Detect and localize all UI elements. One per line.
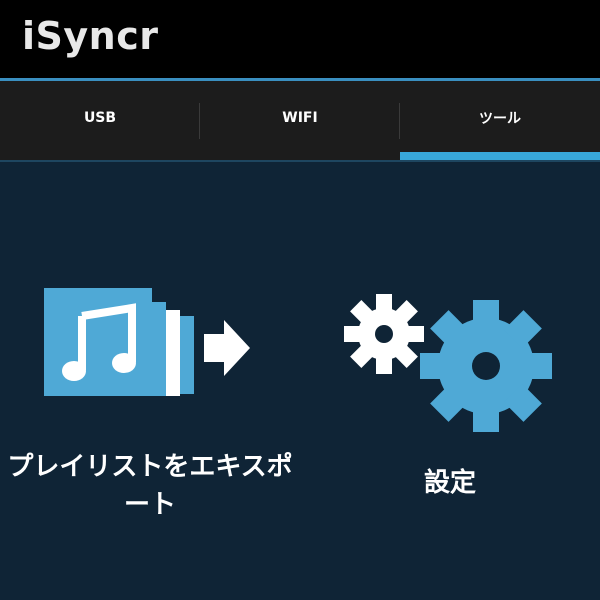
tab-tools[interactable]: ツール: [400, 81, 600, 160]
export-playlist-button[interactable]: プレイリストをエキスポート: [0, 272, 300, 532]
tools-panel: プレイリストをエキスポート 設定: [0, 162, 600, 600]
title-bar: iSyncr: [0, 0, 600, 78]
app-title: iSyncr: [22, 14, 159, 58]
settings-button[interactable]: 設定: [300, 272, 600, 532]
export-playlist-label: プレイリストをエキスポート: [7, 452, 293, 520]
settings-label: 設定: [423, 468, 476, 498]
tab-wifi-label: WIFI: [282, 109, 318, 126]
tab-usb[interactable]: USB: [0, 81, 200, 160]
playlist-export-icon: [44, 288, 250, 396]
tab-usb-label: USB: [83, 109, 117, 126]
tab-bar: USB WIFI ツール: [0, 81, 600, 160]
tab-tools-label: ツール: [479, 110, 521, 127]
gears-icon: [344, 294, 552, 432]
tab-wifi[interactable]: WIFI: [200, 81, 400, 160]
active-tab-indicator: [400, 152, 600, 160]
